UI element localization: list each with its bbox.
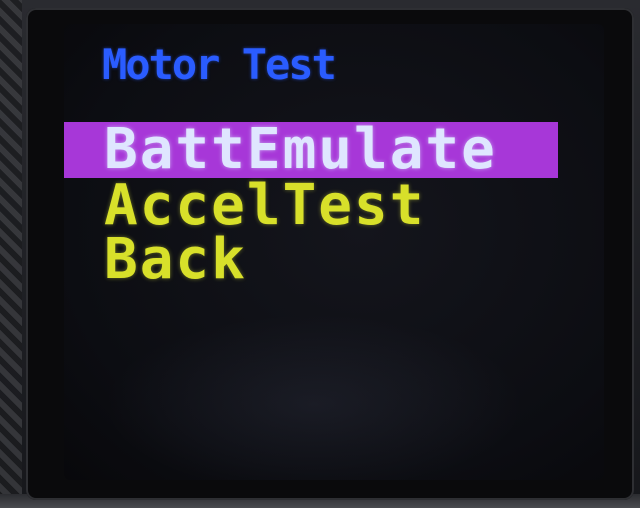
device-photo: Motor Test BattEmulate AccelTest Back xyxy=(0,0,640,508)
menu-item-batt-emulate[interactable]: BattEmulate xyxy=(64,122,558,178)
screen-glare xyxy=(104,314,524,480)
menu-item-label: AccelTest xyxy=(104,173,426,238)
lcd-screen: Motor Test BattEmulate AccelTest Back xyxy=(64,24,604,480)
menu-item-label: Back xyxy=(104,227,247,292)
menu-item-accel-test[interactable]: AccelTest xyxy=(64,178,558,234)
device-edge xyxy=(0,0,22,508)
menu-item-label: BattEmulate xyxy=(104,117,497,182)
screen-title: Motor Test xyxy=(102,40,337,89)
menu-item-back[interactable]: Back xyxy=(64,232,558,288)
